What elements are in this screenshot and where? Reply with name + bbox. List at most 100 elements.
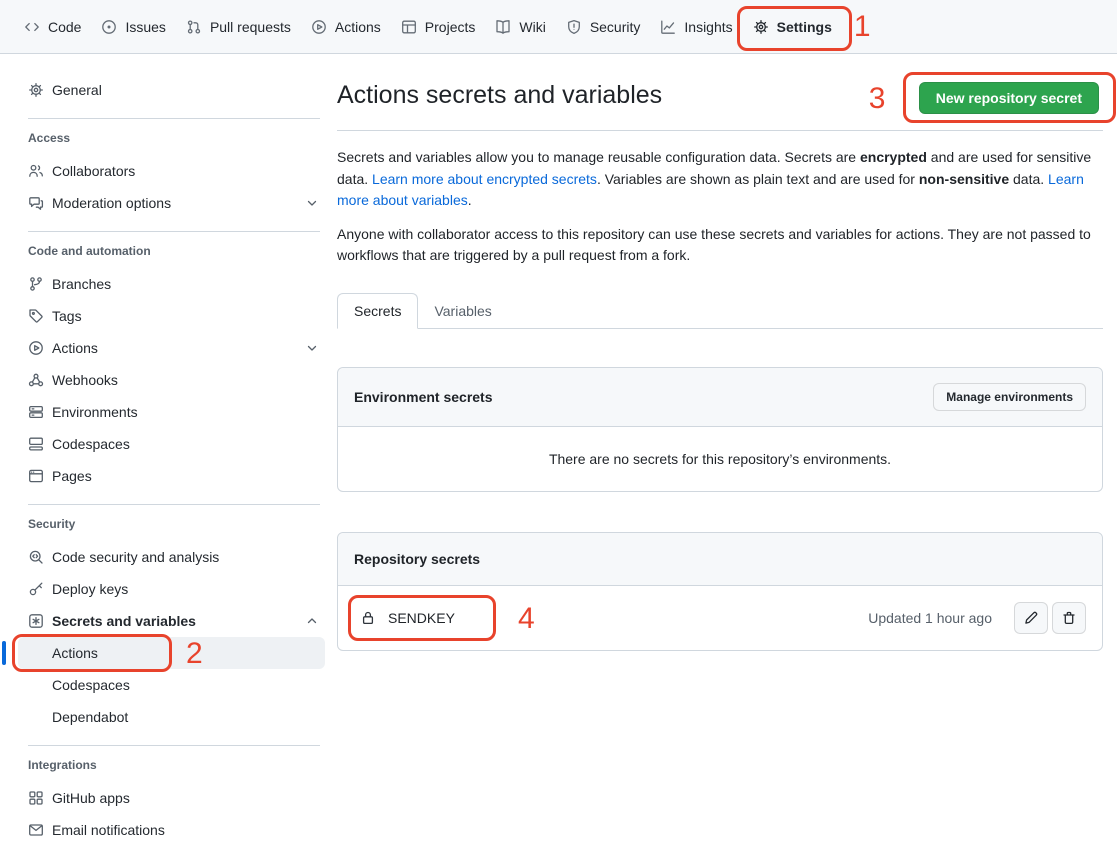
sidebar-item-code-security[interactable]: Code security and analysis: [28, 541, 320, 573]
nav-tab-code[interactable]: Code: [14, 0, 91, 53]
sidebar-item-general[interactable]: General: [28, 74, 320, 106]
play-icon: [311, 19, 327, 35]
sidebar-item-moderation-options[interactable]: Moderation options: [28, 187, 320, 219]
edit-secret-button[interactable]: [1014, 602, 1048, 634]
sidebar-item-actions[interactable]: Actions: [28, 332, 320, 364]
sidebar-divider: [28, 231, 320, 232]
sidebar-subitem-actions-secrets[interactable]: Actions 2: [18, 637, 325, 669]
mail-icon: [28, 822, 44, 838]
sidebar-section-access: Access: [28, 131, 320, 145]
tab-secrets[interactable]: Secrets: [337, 293, 418, 329]
tag-icon: [28, 308, 44, 324]
sidebar-item-label: Tags: [52, 308, 82, 324]
table-icon: [401, 19, 417, 35]
sidebar-item-email-notifications[interactable]: Email notifications: [28, 814, 320, 846]
chevron-up-icon: [304, 613, 320, 629]
page-header: Actions secrets and variables 3 New repo…: [337, 80, 1103, 131]
sidebar-subitem-codespaces-secrets[interactable]: Codespaces: [28, 669, 320, 701]
sidebar-item-deploy-keys[interactable]: Deploy keys: [28, 573, 320, 605]
chevron-down-icon: [304, 195, 320, 211]
annotation-number-1: 1: [854, 12, 871, 42]
sidebar-item-label: Moderation options: [52, 195, 171, 211]
annotation-number-3: 3: [869, 84, 886, 114]
sidebar-item-label: Codespaces: [52, 436, 130, 452]
collaborator-paragraph: Anyone with collaborator access to this …: [337, 224, 1103, 267]
main-content: Actions secrets and variables 3 New repo…: [321, 54, 1117, 846]
key-asterisk-icon: [28, 613, 44, 629]
repository-secrets-title: Repository secrets: [354, 551, 480, 567]
nav-tab-label: Wiki: [519, 19, 545, 35]
sidebar-item-label: Secrets and variables: [52, 613, 196, 629]
gear-icon: [753, 19, 769, 35]
environment-secrets-empty-text: There are no secrets for this repository…: [338, 427, 1102, 491]
sidebar-item-label: Code security and analysis: [52, 549, 219, 565]
nav-tab-issues[interactable]: Issues: [91, 0, 175, 53]
tab-variables[interactable]: Variables: [418, 294, 507, 328]
nav-tab-actions[interactable]: Actions: [301, 0, 391, 53]
sidebar-item-environments[interactable]: Environments: [28, 396, 320, 428]
sidebar-divider: [28, 504, 320, 505]
tab-label: Variables: [434, 303, 491, 319]
annotation-number-2: 2: [186, 639, 203, 669]
nav-tab-label: Pull requests: [210, 19, 291, 35]
secrets-variables-tabnav: Secrets Variables: [337, 293, 1103, 329]
webhook-icon: [28, 372, 44, 388]
nav-tab-wiki[interactable]: Wiki: [485, 0, 555, 53]
sidebar-item-label: Pages: [52, 468, 92, 484]
sidebar-item-codespaces[interactable]: Codespaces: [28, 428, 320, 460]
text-segment: Secrets and variables allow you to manag…: [337, 149, 860, 165]
sidebar-item-webhooks[interactable]: Webhooks: [28, 364, 320, 396]
text-segment: . Variables are shown as plain text and …: [597, 171, 919, 187]
sidebar-item-label: Branches: [52, 276, 111, 292]
issue-opened-icon: [101, 19, 117, 35]
secret-name-wrap: SENDKEY 4: [354, 610, 455, 626]
sidebar-item-label: Webhooks: [52, 372, 118, 388]
page-title: Actions secrets and variables: [337, 80, 662, 110]
active-item-bar: [2, 641, 6, 665]
new-secret-button-wrap: 3 New repository secret: [919, 82, 1099, 114]
sidebar-subitem-dependabot-secrets[interactable]: Dependabot: [28, 701, 320, 733]
server-icon: [28, 404, 44, 420]
repository-secrets-header: Repository secrets: [338, 533, 1102, 586]
play-icon: [28, 340, 44, 356]
sidebar-item-label: Actions: [52, 645, 98, 661]
link-encrypted-secrets[interactable]: Learn more about encrypted secrets: [372, 171, 597, 187]
sidebar-section-code-automation: Code and automation: [28, 244, 320, 258]
repository-secrets-box: Repository secrets SENDKEY 4 Updated 1 h…: [337, 532, 1103, 651]
nav-tab-label: Insights: [684, 19, 732, 35]
sidebar-divider: [28, 745, 320, 746]
sidebar-item-pages[interactable]: Pages: [28, 460, 320, 492]
nav-tab-settings[interactable]: Settings: [743, 0, 842, 53]
nav-tab-label: Projects: [425, 19, 476, 35]
nav-tab-label: Security: [590, 19, 641, 35]
book-icon: [495, 19, 511, 35]
nav-tab-insights[interactable]: Insights: [650, 0, 742, 53]
nav-tab-pull-requests[interactable]: Pull requests: [176, 0, 301, 53]
text-segment: data.: [1009, 171, 1048, 187]
sidebar-item-secrets-and-variables[interactable]: Secrets and variables: [28, 605, 320, 637]
sidebar-item-github-apps[interactable]: GitHub apps: [28, 782, 320, 814]
text-bold-encrypted: encrypted: [860, 149, 927, 165]
nav-tab-projects[interactable]: Projects: [391, 0, 486, 53]
sidebar-section-integrations: Integrations: [28, 758, 320, 772]
settings-sidebar: General Access Collaborators Moderation …: [0, 54, 321, 846]
sidebar-section-security: Security: [28, 517, 320, 531]
nav-tab-label: Actions: [335, 19, 381, 35]
sidebar-item-label: Deploy keys: [52, 581, 128, 597]
sidebar-item-branches[interactable]: Branches: [28, 268, 320, 300]
secret-updated-text: Updated 1 hour ago: [868, 610, 992, 626]
secret-name: SENDKEY: [388, 610, 455, 626]
delete-secret-button[interactable]: [1052, 602, 1086, 634]
nav-tab-security[interactable]: Security: [556, 0, 651, 53]
git-branch-icon: [28, 276, 44, 292]
text-segment: .: [468, 192, 472, 208]
sidebar-item-collaborators[interactable]: Collaborators: [28, 155, 320, 187]
sidebar-item-label: General: [52, 82, 102, 98]
manage-environments-button[interactable]: Manage environments: [933, 383, 1086, 411]
environment-secrets-box: Environment secrets Manage environments …: [337, 367, 1103, 492]
codescan-icon: [28, 549, 44, 565]
discussion-icon: [28, 195, 44, 211]
secret-row: SENDKEY 4 Updated 1 hour ago: [338, 586, 1102, 650]
sidebar-item-tags[interactable]: Tags: [28, 300, 320, 332]
new-repository-secret-button[interactable]: New repository secret: [919, 82, 1099, 114]
